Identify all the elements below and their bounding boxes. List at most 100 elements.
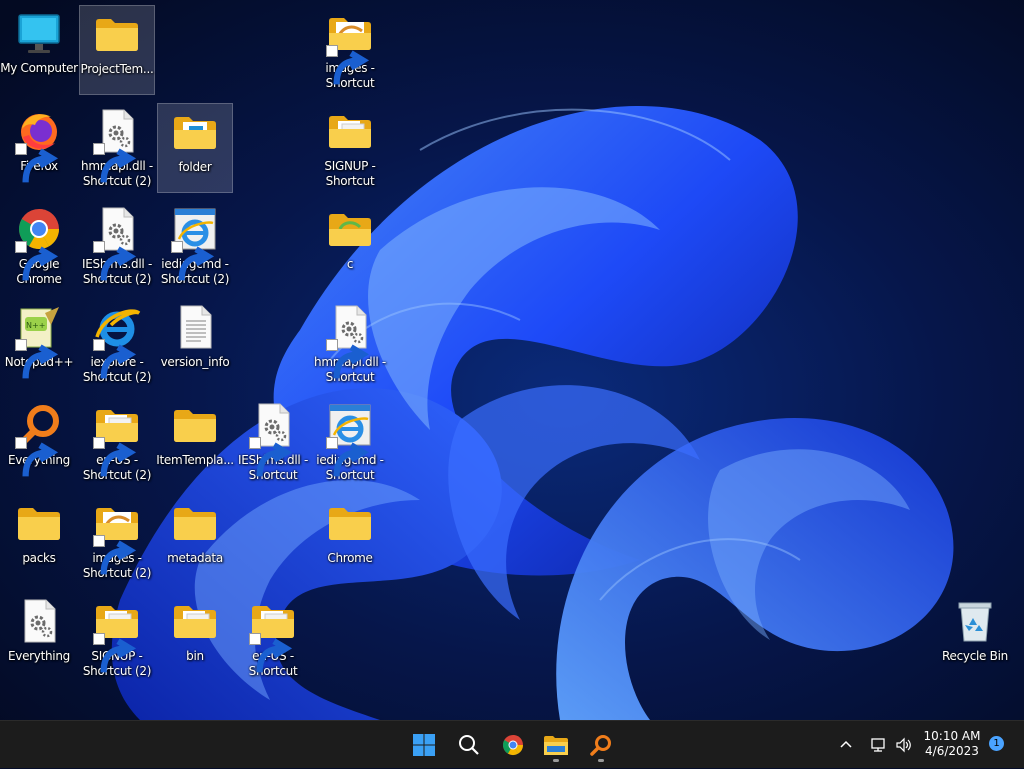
ie-icon — [93, 303, 141, 379]
ie-file-icon — [171, 205, 219, 281]
folder-icon — [15, 499, 63, 547]
folder-docs-icon — [326, 107, 374, 155]
desktop-icon-hmmapi-shortcut[interactable]: hmmapi.dll - Shortcut — [312, 299, 388, 389]
desktop-icon-bin[interactable]: bin — [157, 593, 233, 683]
shortcut-arrow-icon — [15, 437, 59, 477]
desktop-icon-chrome-folder[interactable]: Chrome — [312, 495, 388, 585]
shortcut-arrow-icon — [93, 143, 137, 183]
taskbar: 10:10 AM 4/6/2023 — [0, 720, 1024, 768]
everything-search-icon — [589, 733, 613, 757]
desktop-icon-itemtemplates[interactable]: ItemTempla... — [156, 397, 234, 487]
clock[interactable]: 10:10 AM 4/6/2023 — [918, 729, 986, 759]
taskbar-button-explorer[interactable] — [538, 727, 574, 763]
search-icon — [457, 733, 481, 757]
desktop-icon-folder[interactable]: folder — [157, 103, 233, 193]
folder-docs-icon — [249, 597, 297, 673]
desktop-icon-hmmapi-shortcut-2[interactable]: hmmapi.dll - Shortcut (2) — [79, 103, 155, 193]
desktop-icon-iediagcmd-shortcut-2[interactable]: iediagcmd - Shortcut (2) — [157, 201, 233, 291]
desktop-icon-label: version_info — [160, 355, 230, 369]
desktop-icon-label: SIGNUP - Shortcut — [324, 159, 376, 188]
taskbar-button-start[interactable] — [406, 727, 442, 763]
shortcut-arrow-icon — [93, 633, 137, 673]
shortcut-arrow-icon — [249, 437, 293, 477]
running-indicator — [598, 759, 604, 762]
network-button[interactable] — [866, 721, 890, 769]
desktop-icon-signup-shortcut[interactable]: SIGNUP - Shortcut — [312, 103, 388, 193]
shortcut-arrow-icon — [15, 339, 59, 379]
desktop-icon-google-chrome[interactable]: Google Chrome — [1, 201, 77, 291]
firefox-icon — [15, 107, 63, 183]
desktop-icon-label: folder — [178, 160, 212, 174]
desktop-icon-signup-shortcut-2[interactable]: SIGNUP - Shortcut (2) — [79, 593, 155, 683]
clock-date: 4/6/2023 — [925, 744, 979, 758]
shortcut-arrow-icon — [326, 45, 370, 85]
folder-docs-icon — [171, 597, 219, 645]
chrome-icon — [15, 205, 63, 281]
show-hidden-icons-button[interactable] — [834, 721, 858, 769]
shortcut-arrow-icon — [93, 339, 137, 379]
svg-text:N++: N++ — [26, 321, 45, 330]
taskbar-button-everything[interactable] — [583, 727, 619, 763]
desktop-icon-en-us-shortcut[interactable]: en-US - Shortcut — [235, 593, 311, 683]
desktop-icon-ieshims-shortcut[interactable]: IEShims.dll - Shortcut — [235, 397, 311, 487]
shortcut-arrow-icon — [171, 241, 215, 281]
shortcut-arrow-icon — [93, 241, 137, 281]
gear-file-icon — [93, 205, 141, 281]
taskbar-button-chrome[interactable] — [495, 727, 531, 763]
everything-icon — [15, 401, 63, 477]
running-indicator — [553, 759, 559, 762]
desktop-icon-label: Everything — [8, 649, 70, 663]
desktop-icon-notepadpp[interactable]: N++ Notepad++ — [1, 299, 77, 389]
folder-docs-icon — [93, 401, 141, 477]
desktop-icon-label: ProjectTem... — [80, 62, 154, 76]
taskbar-button-search[interactable] — [451, 727, 487, 763]
desktop-icon-version-info[interactable]: version_info — [157, 299, 233, 389]
desktop-icon-packs[interactable]: packs — [1, 495, 77, 585]
file-explorer-icon — [543, 733, 569, 757]
folder-image-icon — [326, 9, 374, 85]
desktop-icon-label: Chrome — [327, 551, 373, 565]
clock-time: 10:10 AM — [923, 729, 981, 743]
notification-badge[interactable]: 1 — [989, 736, 1004, 751]
notepad-icon: N++ — [15, 303, 63, 379]
folder-docs-icon — [93, 597, 141, 673]
folder-icon — [326, 499, 374, 547]
shortcut-arrow-icon — [249, 633, 293, 673]
shortcut-arrow-icon — [93, 437, 137, 477]
volume-button[interactable] — [891, 721, 915, 769]
desktop-icon-recycle-bin[interactable]: Recycle Bin — [937, 593, 1013, 683]
desktop-icon-images-shortcut[interactable]: images - Shortcut — [312, 5, 388, 95]
desktop-icon-iediagcmd-shortcut[interactable]: iediagcmd - Shortcut — [312, 397, 388, 487]
desktop-icon-everything-1[interactable]: Everything — [1, 397, 77, 487]
desktop-icon-metadata[interactable]: metadata — [157, 495, 233, 585]
desktop-icon-label: My Computer — [0, 61, 78, 75]
windows-start-icon — [412, 733, 436, 757]
gear-file-icon — [15, 597, 63, 645]
shortcut-arrow-icon — [326, 339, 370, 379]
shortcut-arrow-icon — [93, 535, 137, 575]
shortcut-arrow-icon — [15, 241, 59, 281]
gear-file-icon — [93, 107, 141, 183]
chevron-up-icon — [840, 740, 852, 748]
desktop-icon-c-folder[interactable]: c — [312, 201, 388, 291]
gear-file-icon — [249, 401, 297, 477]
folder-image-icon — [93, 499, 141, 575]
desktop-icon-label: ItemTempla... — [156, 453, 234, 467]
folder-green-icon — [326, 205, 374, 253]
desktop-icon-label: metadata — [167, 551, 223, 565]
desktop-icon-firefox[interactable]: Firefox — [1, 103, 77, 193]
desktop-icon-label: c — [346, 257, 354, 271]
monitor-icon — [15, 9, 63, 57]
desktop-icon-label: packs — [22, 551, 56, 565]
desktop-icon-label: bin — [186, 649, 204, 663]
desktop-icon-en-us-shortcut-2[interactable]: en-US - Shortcut (2) — [79, 397, 155, 487]
desktop-icon-my-computer[interactable]: My Computer — [0, 5, 78, 95]
desktop-icon-images-shortcut-2[interactable]: images - Shortcut (2) — [79, 495, 155, 585]
desktop-icon-everything-2[interactable]: Everything — [1, 593, 77, 683]
ie-file-icon — [326, 401, 374, 477]
desktop-icon-ieshims-shortcut-2[interactable]: IEShims.dll - Shortcut (2) — [79, 201, 155, 291]
recycle-icon — [951, 597, 999, 645]
desktop-icon-project-templates[interactable]: ProjectTem... — [79, 5, 155, 95]
desktop-icon-iexplore-shortcut-2[interactable]: iexplore - Shortcut (2) — [79, 299, 155, 389]
desktop-icon-label: Recycle Bin — [942, 649, 1008, 663]
